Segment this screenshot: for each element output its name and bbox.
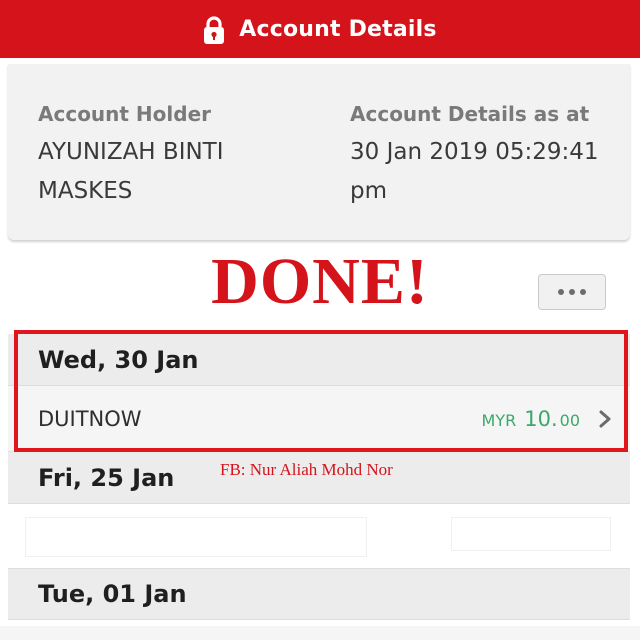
account-holder-name: AYUNIZAH BINTI MASKES <box>38 133 318 211</box>
chevron-right-icon <box>599 410 611 427</box>
date-header-30-jan: Wed, 30 Jan <box>8 334 630 386</box>
header-title: Account Details <box>239 16 437 42</box>
account-summary-card: Account Holder AYUNIZAH BINTI MASKES Acc… <box>8 64 630 240</box>
redacted-transaction-row <box>8 504 630 568</box>
details-as-at-section: Account Details as at 30 Jan 2019 05:29:… <box>350 100 630 211</box>
more-options-button[interactable] <box>538 274 606 310</box>
transaction-row-duitnow[interactable]: DUITNOW MYR 10. 00 <box>8 386 630 452</box>
lock-icon <box>204 16 225 44</box>
transaction-name: DUITNOW <box>38 406 142 431</box>
account-holder-name-line2: MASKES <box>38 178 133 204</box>
redacted-name-block <box>26 518 366 556</box>
watermark-text: FB: Nur Aliah Mohd Nor <box>220 460 393 479</box>
account-holder-name-line1: AYUNIZAH BINTI <box>38 139 224 165</box>
transaction-amount-integer: 10. <box>524 406 558 431</box>
transaction-amount: MYR 10. 00 <box>482 407 580 431</box>
details-as-at-line1: 30 Jan 2019 05:29:41 <box>350 139 599 165</box>
ellipsis-icon <box>556 289 589 295</box>
account-holder-label: Account Holder <box>38 102 212 126</box>
transaction-currency: MYR <box>481 410 517 430</box>
redacted-amount-block <box>452 518 610 550</box>
account-details-screen: Account Details Account Holder AYUNIZAH … <box>0 0 640 640</box>
app-header: Account Details <box>0 0 640 58</box>
details-as-at-timestamp: 30 Jan 2019 05:29:41 pm <box>350 133 630 211</box>
transaction-amount-decimal: 00 <box>559 410 580 430</box>
date-header-01-jan: Tue, 01 Jan <box>8 568 630 620</box>
details-as-at-line2: pm <box>350 178 388 204</box>
transaction-amount-group: MYR 10. 00 <box>482 407 612 431</box>
account-holder-section: Account Holder AYUNIZAH BINTI MASKES <box>38 100 318 211</box>
details-as-at-label: Account Details as at <box>350 102 590 126</box>
list-bottom-edge <box>0 626 640 640</box>
